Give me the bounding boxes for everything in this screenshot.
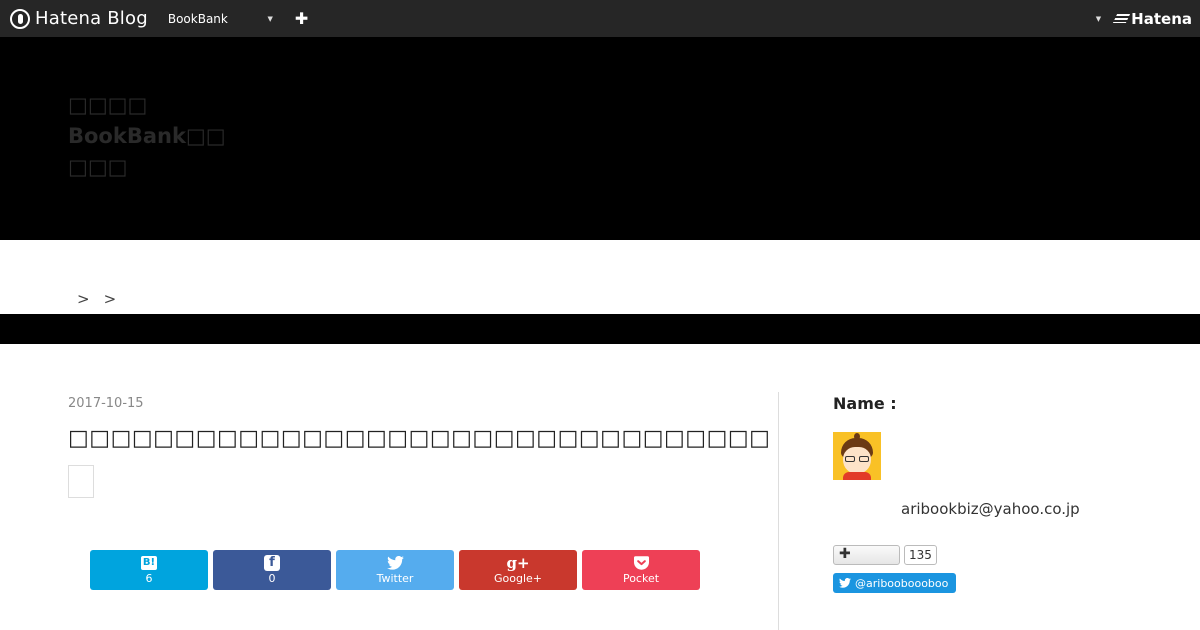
hatebu-count: 6 <box>145 572 153 585</box>
avatar[interactable] <box>833 432 881 480</box>
global-right-controls: ▼ Hatena <box>1096 0 1192 37</box>
breadcrumb: > > <box>77 290 116 308</box>
hatebu-icon: B! <box>140 554 158 572</box>
blog-title-line: □□□□ <box>68 93 148 117</box>
twitter-handle: @aribooboooboo <box>855 576 949 590</box>
category-band <box>0 314 1200 344</box>
facebook-icon: f <box>264 554 280 572</box>
brand-text: Hatena Blog <box>35 8 148 29</box>
hatena-logo[interactable]: Hatena <box>1113 9 1192 28</box>
facebook-count: 0 <box>268 572 276 585</box>
profile-name-label: Name : <box>833 394 897 413</box>
hatebu-icon-glyph: B! <box>140 556 158 570</box>
twitter-bird-icon <box>839 578 851 588</box>
pocket-share-button[interactable]: Pocket <box>582 550 700 590</box>
twitter-bird-icon <box>386 554 404 572</box>
user-menu-chevron-icon[interactable]: ▼ <box>1096 15 1101 23</box>
hatena-wave-icon <box>1113 14 1131 23</box>
add-post-button[interactable]: ✚ <box>295 9 308 28</box>
googleplus-icon: g+ <box>506 554 530 572</box>
hatebu-share-button[interactable]: B! 6 <box>90 550 208 590</box>
breadcrumb-separator: > <box>77 290 90 308</box>
twitter-label: Twitter <box>376 572 414 585</box>
pocket-label: Pocket <box>622 572 660 585</box>
avatar-glasses <box>845 456 869 463</box>
twitter-share-button[interactable]: Twitter <box>336 550 454 590</box>
blog-selector-label: BookBank <box>167 11 228 26</box>
googleplus-label: Google+ <box>493 572 542 585</box>
sidebar-divider <box>778 392 779 630</box>
blog-selector[interactable]: BookBank ▼ <box>168 12 273 26</box>
entry-title[interactable]: □□□□□□□□□□□□□□□□□□□□□□□□□□□□□□□□□□□□□□ <box>68 426 768 451</box>
blog-title-line: □□□ <box>68 155 128 179</box>
blog-header: □□□□ BookBank□□ □□□ <box>0 37 1200 240</box>
hatena-logo-text: Hatena <box>1131 9 1192 28</box>
facebook-icon-glyph: f <box>264 555 280 571</box>
hatena-follow-widget: ✚ 135 <box>833 545 937 565</box>
hatena-blog-logo[interactable]: Hatena Blog <box>10 8 148 29</box>
twitter-follow-button[interactable]: @aribooboooboo <box>833 573 957 593</box>
entry-category-box <box>68 465 94 498</box>
hatena-follow-button[interactable]: ✚ <box>833 545 900 565</box>
pocket-icon <box>633 554 649 572</box>
facebook-share-button[interactable]: f 0 <box>213 550 331 590</box>
breadcrumb-separator: > <box>103 290 117 308</box>
blog-title[interactable]: □□□□ BookBank□□ □□□ <box>68 90 248 183</box>
hatena-blog-icon <box>10 8 30 29</box>
hatena-follow-count: 135 <box>904 545 937 565</box>
global-header: Hatena Blog BookBank ▼ ✚ ▼ Hatena <box>0 0 1200 37</box>
entry-date[interactable]: 2017-10-15 <box>68 396 144 411</box>
avatar-body <box>843 472 871 480</box>
blog-title-line: BookBank□□ <box>68 124 226 148</box>
share-buttons: B! 6 f 0 Twitter g+ Google+ Pocket <box>90 550 700 590</box>
googleplus-share-button[interactable]: g+ Google+ <box>459 550 577 590</box>
chevron-down-icon: ▼ <box>267 14 273 23</box>
profile-email: aribookbiz@yahoo.co.jp <box>901 500 1080 518</box>
